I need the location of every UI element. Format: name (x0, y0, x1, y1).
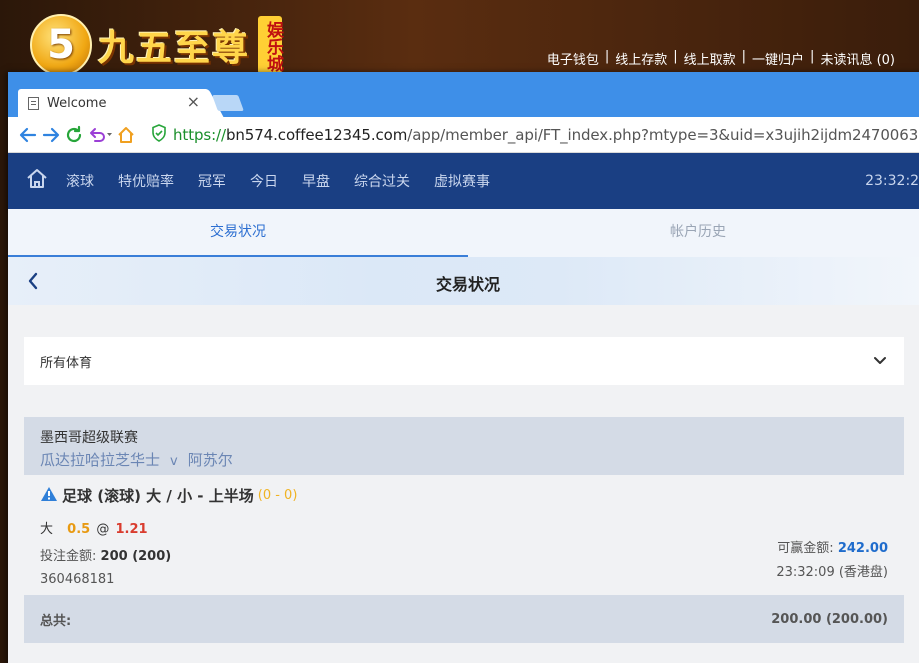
undo-icon[interactable] (87, 121, 113, 149)
forward-arrow-icon[interactable] (41, 121, 61, 149)
back-arrow-icon[interactable] (18, 121, 38, 149)
odds-at: @ (96, 522, 110, 537)
league-name: 墨西哥超级联赛 (40, 430, 138, 446)
browser-window: Welcome × https://bn574.coffee12345.com/… (8, 72, 919, 663)
site-top-nav: 电子钱包 | 线上存款 | 线上取款 | 一键归户 | 未读讯息 (0) (541, 49, 901, 68)
nav-parlay[interactable]: 综合过关 (354, 171, 410, 191)
total-label: 总共: (40, 613, 72, 629)
selection-line: 大 0.5 @ 1.21 (40, 518, 888, 537)
ticket-id: 360468181 (40, 572, 115, 587)
page-title: 交易状况 (435, 275, 500, 294)
bet-details: 足球 (滚球) 大 / 小 - 上半场 (0 - 0) 大 0.5 @ 1.21… (24, 475, 904, 595)
nav-today[interactable]: 今日 (250, 171, 278, 191)
url-protocol: https:// (173, 125, 226, 144)
nav-in-play[interactable]: 滚球 (66, 171, 94, 191)
home-team: 瓜达拉哈拉芝华士 (40, 451, 161, 469)
new-tab-button[interactable] (212, 95, 244, 111)
potential-win-line: 可赢金额: 242.00 (777, 537, 888, 556)
chevron-down-icon (874, 355, 886, 370)
browser-tab-welcome[interactable]: Welcome × (18, 89, 206, 117)
match-teams: 瓜达拉哈拉芝华士 v 阿苏尔 (40, 449, 888, 470)
browser-tab-bar: Welcome × (8, 72, 919, 117)
shield-icon[interactable] (151, 123, 167, 146)
site-nav-messages[interactable]: 未读讯息 (0) (814, 49, 901, 68)
win-label: 可赢金额: (777, 541, 834, 556)
address-bar-url[interactable]: https://bn574.coffee12345.com/app/member… (173, 126, 919, 144)
logo-text: 九五至尊 (98, 27, 251, 69)
site-nav-withdraw[interactable]: 线上取款 (678, 49, 742, 68)
match-score: (0 - 0) (257, 488, 298, 503)
stake-label: 投注金额: (40, 549, 97, 564)
handicap-line: 0.5 (67, 522, 91, 537)
bet-card-header: 墨西哥超级联赛 瓜达拉哈拉芝华士 v 阿苏尔 (24, 417, 904, 475)
away-team: 阿苏尔 (187, 451, 233, 469)
tab-transactions[interactable]: 交易状况 (8, 209, 468, 257)
nav-early[interactable]: 早盘 (302, 171, 330, 191)
warning-icon (40, 486, 58, 506)
sport-filter-dropdown[interactable]: 所有体育 (24, 337, 904, 385)
sportsbook-nav: 滚球 特优赔率 冠军 今日 早盘 综合过关 虚拟赛事 23:32:22 (8, 153, 919, 209)
bet-type: 足球 (滚球) 大 / 小 - 上半场 (62, 487, 254, 505)
total-bar: 总共: 200.00 (200.00) (24, 595, 904, 643)
bet-time: 23:32:09 (香港盘) (776, 565, 888, 580)
close-icon[interactable]: × (187, 94, 200, 110)
url-host: bn574.coffee12345.com (225, 125, 408, 144)
home-icon[interactable] (26, 168, 48, 194)
stake-line: 投注金额: 200 (200) (40, 545, 888, 564)
subtabs: 交易状况 帐户历史 (8, 209, 919, 257)
tab-title: Welcome (47, 95, 107, 111)
selection: 大 (40, 522, 54, 537)
site-nav-deposit[interactable]: 线上存款 (609, 49, 673, 68)
win-value: 242.00 (837, 541, 888, 556)
clock: 23:32:22 (865, 173, 919, 189)
nav-outrights[interactable]: 冠军 (198, 171, 226, 191)
url-path: /app/member_api/FT_index.php?mtype=3&uid… (407, 125, 919, 144)
home-icon[interactable] (116, 121, 136, 149)
stake-value: 200 (200) (100, 549, 172, 564)
logo-tag: 娱乐城 (258, 16, 283, 74)
bet-type-line: 足球 (滚球) 大 / 小 - 上半场 (0 - 0) (24, 485, 888, 506)
nav-virtual[interactable]: 虚拟赛事 (434, 171, 490, 191)
odds-value: 1.21 (115, 522, 148, 537)
site-nav-consolidate[interactable]: 一键归户 (746, 49, 810, 68)
tab-account-history[interactable]: 帐户历史 (468, 209, 919, 257)
refresh-icon[interactable] (64, 121, 84, 149)
page-header: 交易状况 (8, 257, 919, 305)
sport-filter-value: 所有体育 (40, 355, 93, 371)
logo-emblem: 5 (30, 14, 92, 76)
nav-best-odds[interactable]: 特优赔率 (118, 171, 174, 191)
site-logo[interactable]: 5 九五至尊 娱乐城 (30, 14, 283, 76)
browser-toolbar: https://bn574.coffee12345.com/app/member… (8, 117, 919, 153)
total-value: 200.00 (200.00) (771, 611, 888, 627)
content-area: 所有体育 墨西哥超级联赛 瓜达拉哈拉芝华士 v 阿苏尔 足球 (滚球) 大 / 小 … (8, 305, 919, 663)
page-icon (28, 96, 39, 110)
vs-label: v (170, 454, 178, 469)
site-nav-wallet[interactable]: 电子钱包 (541, 49, 605, 68)
bet-card: 墨西哥超级联赛 瓜达拉哈拉芝华士 v 阿苏尔 足球 (滚球) 大 / 小 - 上半场… (24, 417, 904, 595)
